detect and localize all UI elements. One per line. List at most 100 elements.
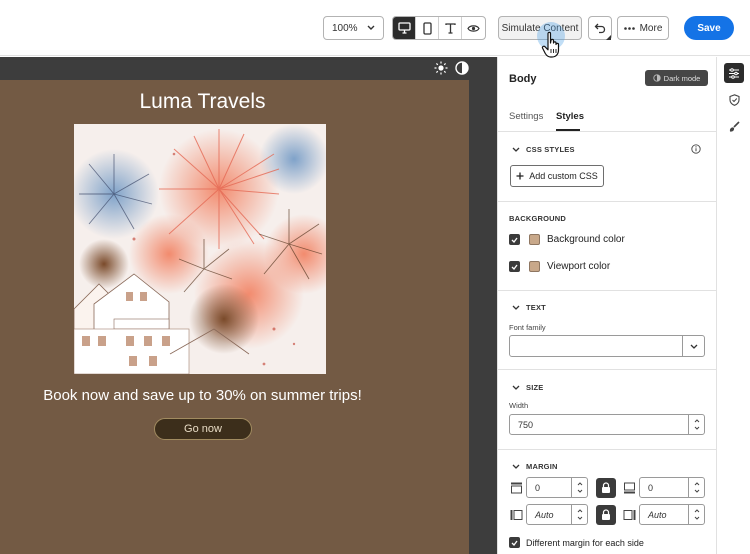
properties-panel: Body Dark mode Settings Styles CSS STYLE…: [497, 57, 716, 554]
css-styles-heading: CSS STYLES: [526, 145, 575, 154]
chevron-up-icon: [577, 509, 582, 513]
text-heading: TEXT: [526, 303, 546, 312]
add-custom-css-button[interactable]: Add custom CSS: [510, 165, 604, 187]
viewport-color-label: Viewport color: [547, 261, 611, 272]
sun-icon: [434, 61, 448, 75]
margin-bottom-stepper[interactable]: [688, 478, 704, 497]
right-icon-rail: [716, 57, 750, 554]
top-toolbar: 100% Simulate Content More Save: [0, 0, 750, 56]
zoom-value: 100%: [332, 22, 358, 34]
margin-top-value: 0: [535, 482, 541, 493]
device-switcher: [392, 16, 486, 40]
add-custom-css-label: Add custom CSS: [529, 171, 598, 181]
font-family-label: Font family: [509, 323, 546, 332]
undo-dropdown-indicator: [604, 33, 612, 41]
more-dots-icon: [623, 26, 635, 30]
margin-top-input[interactable]: 0: [526, 477, 588, 498]
width-label: Width: [509, 401, 529, 410]
chevron-down-icon: [512, 385, 520, 390]
background-color-swatch[interactable]: [529, 234, 540, 245]
font-family-select[interactable]: [509, 335, 705, 357]
section-divider: [498, 201, 716, 202]
viewport-color-checkbox[interactable]: [509, 261, 520, 272]
shield-icon: [728, 94, 740, 106]
tab-settings[interactable]: Settings: [509, 111, 543, 122]
margin-right-input[interactable]: Auto: [639, 504, 705, 525]
section-divider: [498, 369, 716, 370]
styles-rail-button[interactable]: [724, 63, 744, 83]
contrast-icon: [653, 74, 661, 82]
go-now-button[interactable]: Go now: [154, 418, 252, 440]
background-color-checkbox[interactable]: [509, 234, 520, 245]
mobile-icon: [422, 21, 432, 35]
active-tab-indicator: [556, 129, 580, 131]
mobile-view-button[interactable]: [416, 17, 439, 39]
chevron-down-icon: [694, 426, 699, 430]
info-button[interactable]: [691, 144, 701, 157]
preview-button[interactable]: [462, 17, 485, 39]
undo-icon: [594, 23, 606, 33]
background-color-label: Background color: [547, 234, 625, 245]
chevron-down-icon: [690, 344, 697, 349]
width-input[interactable]: 750: [509, 414, 705, 435]
chevron-down-icon: [577, 516, 582, 520]
margin-top-stepper[interactable]: [571, 478, 587, 497]
hero-image[interactable]: [74, 124, 326, 374]
dark-mode-button[interactable]: Dark mode: [645, 70, 708, 86]
desktop-view-button[interactable]: [393, 17, 416, 39]
margin-bottom-input[interactable]: 0: [639, 477, 705, 498]
info-icon: [691, 144, 701, 154]
canvas-theme-toggle: [432, 59, 471, 77]
panel-tabs: Settings Styles: [498, 107, 716, 132]
brand-rail-button[interactable]: [724, 117, 744, 137]
margin-right-stepper[interactable]: [688, 505, 704, 524]
lock-vertical-button[interactable]: [596, 478, 616, 498]
save-button[interactable]: Save: [684, 16, 734, 40]
different-margin-checkbox[interactable]: [509, 537, 520, 548]
margin-left-value: Auto: [535, 509, 554, 520]
size-heading: SIZE: [526, 383, 544, 392]
hand-cursor: [541, 31, 563, 62]
hand-pointer-icon: [541, 31, 560, 58]
margin-top-icon: [509, 481, 523, 495]
light-mode-button[interactable]: [432, 59, 450, 77]
text-view-button[interactable]: [439, 17, 462, 39]
margin-bottom-value: 0: [648, 482, 654, 493]
chevron-down-icon: [694, 489, 699, 493]
tab-styles[interactable]: Styles: [556, 111, 584, 122]
text-icon: [444, 22, 456, 34]
font-family-dropdown-button[interactable]: [682, 336, 704, 356]
width-stepper[interactable]: [688, 415, 704, 434]
margin-section-header[interactable]: MARGIN: [512, 462, 558, 471]
chevron-up-icon: [577, 482, 582, 486]
background-color-row: Background color: [509, 234, 625, 245]
margin-bottom-icon: [622, 481, 636, 495]
more-button[interactable]: More: [617, 16, 669, 40]
different-margin-label: Different margin for each side: [526, 537, 644, 548]
zoom-select[interactable]: 100%: [323, 16, 384, 40]
more-label: More: [639, 22, 663, 34]
size-section-header[interactable]: SIZE: [512, 383, 543, 392]
text-section-header[interactable]: TEXT: [512, 303, 546, 312]
margin-left-stepper[interactable]: [571, 505, 587, 524]
chevron-up-icon: [694, 509, 699, 513]
section-divider: [498, 290, 716, 291]
sliders-icon: [729, 67, 739, 79]
accessibility-rail-button[interactable]: [724, 90, 744, 110]
dark-mode-toggle-button[interactable]: [453, 59, 471, 77]
lock-horizontal-button[interactable]: [596, 505, 616, 525]
background-heading: BACKGROUND: [509, 214, 566, 223]
brush-icon: [729, 121, 740, 132]
margin-right-icon: [622, 508, 636, 522]
checkmark-icon: [511, 540, 518, 546]
chevron-down-icon: [512, 305, 520, 310]
chevron-down-icon: [512, 147, 520, 152]
viewport-color-swatch[interactable]: [529, 261, 540, 272]
chevron-up-icon: [694, 482, 699, 486]
section-divider: [498, 449, 716, 450]
chevron-down-icon: [512, 464, 520, 469]
margin-left-input[interactable]: Auto: [526, 504, 588, 525]
css-styles-section-header[interactable]: CSS STYLES: [512, 145, 575, 154]
plus-icon: [516, 172, 524, 180]
lock-icon: [602, 509, 610, 520]
